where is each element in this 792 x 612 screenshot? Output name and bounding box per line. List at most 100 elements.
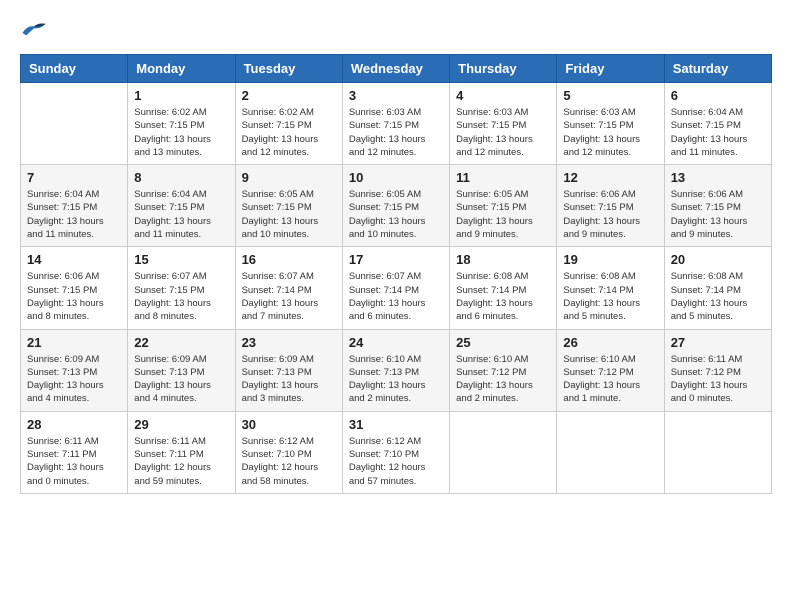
calendar-cell: 8 Sunrise: 6:04 AM Sunset: 7:15 PM Daylig… bbox=[128, 165, 235, 247]
day-info: Sunrise: 6:03 AM Sunset: 7:15 PM Dayligh… bbox=[349, 106, 443, 159]
calendar-cell: 19 Sunrise: 6:08 AM Sunset: 7:14 PM Dayli… bbox=[557, 247, 664, 329]
day-number: 10 bbox=[349, 170, 443, 185]
weekday-header-saturday: Saturday bbox=[664, 55, 771, 83]
calendar-cell: 13 Sunrise: 6:06 AM Sunset: 7:15 PM Dayli… bbox=[664, 165, 771, 247]
day-info: Sunrise: 6:09 AM Sunset: 7:13 PM Dayligh… bbox=[242, 353, 336, 406]
day-number: 18 bbox=[456, 252, 550, 267]
day-number: 5 bbox=[563, 88, 657, 103]
day-number: 19 bbox=[563, 252, 657, 267]
day-number: 21 bbox=[27, 335, 121, 350]
day-number: 29 bbox=[134, 417, 228, 432]
calendar-week-1: 1 Sunrise: 6:02 AM Sunset: 7:15 PM Daylig… bbox=[21, 83, 772, 165]
calendar-table: SundayMondayTuesdayWednesdayThursdayFrid… bbox=[20, 54, 772, 494]
day-number: 6 bbox=[671, 88, 765, 103]
calendar-cell: 5 Sunrise: 6:03 AM Sunset: 7:15 PM Daylig… bbox=[557, 83, 664, 165]
day-info: Sunrise: 6:09 AM Sunset: 7:13 PM Dayligh… bbox=[27, 353, 121, 406]
weekday-header-row: SundayMondayTuesdayWednesdayThursdayFrid… bbox=[21, 55, 772, 83]
day-number: 27 bbox=[671, 335, 765, 350]
calendar-cell: 31 Sunrise: 6:12 AM Sunset: 7:10 PM Dayli… bbox=[342, 411, 449, 493]
calendar-cell: 25 Sunrise: 6:10 AM Sunset: 7:12 PM Dayli… bbox=[450, 329, 557, 411]
day-info: Sunrise: 6:10 AM Sunset: 7:12 PM Dayligh… bbox=[456, 353, 550, 406]
day-info: Sunrise: 6:06 AM Sunset: 7:15 PM Dayligh… bbox=[563, 188, 657, 241]
calendar-cell: 15 Sunrise: 6:07 AM Sunset: 7:15 PM Dayli… bbox=[128, 247, 235, 329]
weekday-header-monday: Monday bbox=[128, 55, 235, 83]
day-info: Sunrise: 6:05 AM Sunset: 7:15 PM Dayligh… bbox=[456, 188, 550, 241]
day-number: 13 bbox=[671, 170, 765, 185]
weekday-header-thursday: Thursday bbox=[450, 55, 557, 83]
day-info: Sunrise: 6:04 AM Sunset: 7:15 PM Dayligh… bbox=[27, 188, 121, 241]
day-number: 8 bbox=[134, 170, 228, 185]
calendar-cell bbox=[21, 83, 128, 165]
calendar-cell bbox=[557, 411, 664, 493]
calendar-cell: 4 Sunrise: 6:03 AM Sunset: 7:15 PM Daylig… bbox=[450, 83, 557, 165]
calendar-cell: 14 Sunrise: 6:06 AM Sunset: 7:15 PM Dayli… bbox=[21, 247, 128, 329]
calendar-cell bbox=[450, 411, 557, 493]
day-info: Sunrise: 6:04 AM Sunset: 7:15 PM Dayligh… bbox=[134, 188, 228, 241]
calendar-cell: 6 Sunrise: 6:04 AM Sunset: 7:15 PM Daylig… bbox=[664, 83, 771, 165]
day-number: 1 bbox=[134, 88, 228, 103]
day-number: 26 bbox=[563, 335, 657, 350]
calendar-week-4: 21 Sunrise: 6:09 AM Sunset: 7:13 PM Dayli… bbox=[21, 329, 772, 411]
calendar-week-2: 7 Sunrise: 6:04 AM Sunset: 7:15 PM Daylig… bbox=[21, 165, 772, 247]
day-info: Sunrise: 6:02 AM Sunset: 7:15 PM Dayligh… bbox=[242, 106, 336, 159]
calendar-cell: 30 Sunrise: 6:12 AM Sunset: 7:10 PM Dayli… bbox=[235, 411, 342, 493]
calendar-cell: 3Sunrise: 6:03 AM Sunset: 7:15 PM Daylig… bbox=[342, 83, 449, 165]
calendar-cell: 10 Sunrise: 6:05 AM Sunset: 7:15 PM Dayli… bbox=[342, 165, 449, 247]
calendar-cell: 7 Sunrise: 6:04 AM Sunset: 7:15 PM Daylig… bbox=[21, 165, 128, 247]
day-info: Sunrise: 6:08 AM Sunset: 7:14 PM Dayligh… bbox=[456, 270, 550, 323]
day-number: 4 bbox=[456, 88, 550, 103]
day-info: Sunrise: 6:11 AM Sunset: 7:12 PM Dayligh… bbox=[671, 353, 765, 406]
day-info: Sunrise: 6:08 AM Sunset: 7:14 PM Dayligh… bbox=[671, 270, 765, 323]
logo bbox=[20, 20, 52, 38]
day-number: 14 bbox=[27, 252, 121, 267]
day-info: Sunrise: 6:07 AM Sunset: 7:14 PM Dayligh… bbox=[349, 270, 443, 323]
day-number: 17 bbox=[349, 252, 443, 267]
calendar-cell: 29 Sunrise: 6:11 AM Sunset: 7:11 PM Dayli… bbox=[128, 411, 235, 493]
day-info: Sunrise: 6:06 AM Sunset: 7:15 PM Dayligh… bbox=[671, 188, 765, 241]
day-number: 23 bbox=[242, 335, 336, 350]
day-number: 7 bbox=[27, 170, 121, 185]
weekday-header-tuesday: Tuesday bbox=[235, 55, 342, 83]
calendar-week-5: 28Sunrise: 6:11 AM Sunset: 7:11 PM Dayli… bbox=[21, 411, 772, 493]
day-info: Sunrise: 6:05 AM Sunset: 7:15 PM Dayligh… bbox=[242, 188, 336, 241]
calendar-cell: 1 Sunrise: 6:02 AM Sunset: 7:15 PM Daylig… bbox=[128, 83, 235, 165]
weekday-header-wednesday: Wednesday bbox=[342, 55, 449, 83]
weekday-header-sunday: Sunday bbox=[21, 55, 128, 83]
day-info: Sunrise: 6:10 AM Sunset: 7:13 PM Dayligh… bbox=[349, 353, 443, 406]
day-number: 12 bbox=[563, 170, 657, 185]
calendar-cell: 23 Sunrise: 6:09 AM Sunset: 7:13 PM Dayli… bbox=[235, 329, 342, 411]
calendar-cell: 16 Sunrise: 6:07 AM Sunset: 7:14 PM Dayli… bbox=[235, 247, 342, 329]
day-number: 16 bbox=[242, 252, 336, 267]
logo-icon bbox=[20, 20, 48, 38]
day-number: 24 bbox=[349, 335, 443, 350]
calendar-cell: 17 Sunrise: 6:07 AM Sunset: 7:14 PM Dayli… bbox=[342, 247, 449, 329]
day-info: Sunrise: 6:12 AM Sunset: 7:10 PM Dayligh… bbox=[242, 435, 336, 488]
day-info: Sunrise: 6:08 AM Sunset: 7:14 PM Dayligh… bbox=[563, 270, 657, 323]
day-info: Sunrise: 6:02 AM Sunset: 7:15 PM Dayligh… bbox=[134, 106, 228, 159]
day-number: 31 bbox=[349, 417, 443, 432]
day-number: 2 bbox=[242, 88, 336, 103]
day-info: Sunrise: 6:04 AM Sunset: 7:15 PM Dayligh… bbox=[671, 106, 765, 159]
calendar-cell: 9 Sunrise: 6:05 AM Sunset: 7:15 PM Daylig… bbox=[235, 165, 342, 247]
day-info: Sunrise: 6:07 AM Sunset: 7:14 PM Dayligh… bbox=[242, 270, 336, 323]
day-info: Sunrise: 6:03 AM Sunset: 7:15 PM Dayligh… bbox=[563, 106, 657, 159]
day-number: 9 bbox=[242, 170, 336, 185]
day-number: 20 bbox=[671, 252, 765, 267]
day-number: 11 bbox=[456, 170, 550, 185]
day-info: Sunrise: 6:11 AM Sunset: 7:11 PM Dayligh… bbox=[27, 435, 121, 488]
calendar-cell: 28Sunrise: 6:11 AM Sunset: 7:11 PM Dayli… bbox=[21, 411, 128, 493]
day-info: Sunrise: 6:12 AM Sunset: 7:10 PM Dayligh… bbox=[349, 435, 443, 488]
day-info: Sunrise: 6:07 AM Sunset: 7:15 PM Dayligh… bbox=[134, 270, 228, 323]
calendar-cell: 2 Sunrise: 6:02 AM Sunset: 7:15 PM Daylig… bbox=[235, 83, 342, 165]
day-info: Sunrise: 6:03 AM Sunset: 7:15 PM Dayligh… bbox=[456, 106, 550, 159]
day-number: 25 bbox=[456, 335, 550, 350]
day-info: Sunrise: 6:05 AM Sunset: 7:15 PM Dayligh… bbox=[349, 188, 443, 241]
day-info: Sunrise: 6:11 AM Sunset: 7:11 PM Dayligh… bbox=[134, 435, 228, 488]
page-header bbox=[20, 20, 772, 38]
calendar-cell: 18 Sunrise: 6:08 AM Sunset: 7:14 PM Dayli… bbox=[450, 247, 557, 329]
day-info: Sunrise: 6:06 AM Sunset: 7:15 PM Dayligh… bbox=[27, 270, 121, 323]
day-number: 15 bbox=[134, 252, 228, 267]
day-number: 30 bbox=[242, 417, 336, 432]
calendar-cell: 21 Sunrise: 6:09 AM Sunset: 7:13 PM Dayli… bbox=[21, 329, 128, 411]
calendar-cell: 12 Sunrise: 6:06 AM Sunset: 7:15 PM Dayli… bbox=[557, 165, 664, 247]
